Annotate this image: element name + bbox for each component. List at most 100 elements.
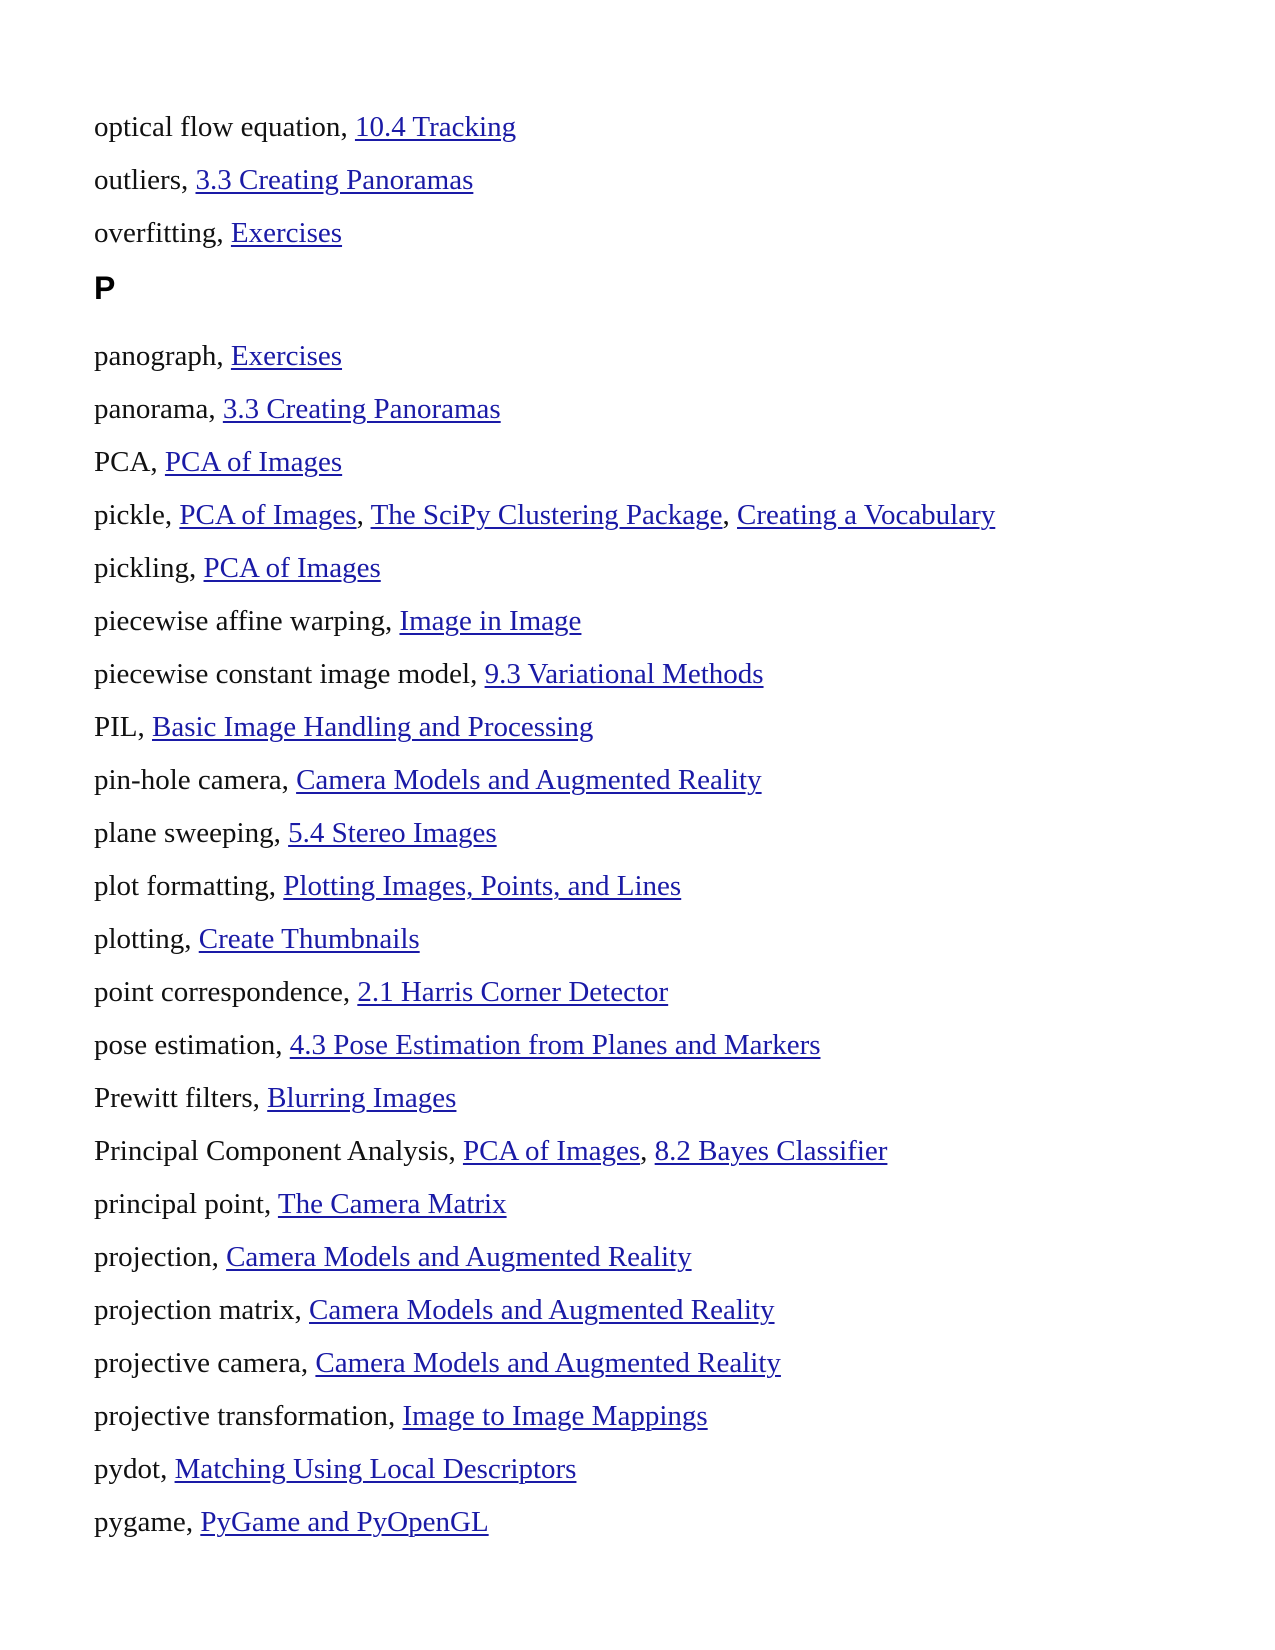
index-reference-link[interactable]: 5.4 Stereo Images [288, 817, 497, 849]
index-reference-link[interactable]: Camera Models and Augmented Reality [309, 1294, 775, 1326]
index-entry: pin-hole camera, Camera Models and Augme… [94, 763, 1214, 797]
index-reference-link[interactable]: 3.3 Creating Panoramas [196, 164, 474, 196]
index-reference-link[interactable]: 2.1 Harris Corner Detector [357, 976, 668, 1008]
index-reference-link[interactable]: Camera Models and Augmented Reality [226, 1241, 692, 1273]
index-term: plane sweeping [94, 817, 274, 849]
index-reference-link[interactable]: Creating a Vocabulary [737, 499, 995, 531]
index-reference-link[interactable]: Exercises [231, 340, 342, 372]
link-separator: , [722, 499, 738, 531]
term-separator: , [273, 817, 289, 849]
term-separator: , [340, 111, 355, 143]
term-separator: , [164, 499, 180, 531]
index-reference-link[interactable]: 9.3 Variational Methods [485, 658, 764, 690]
index-reference-link[interactable]: 10.4 Tracking [355, 111, 516, 143]
index-term: Principal Component Analysis [94, 1135, 449, 1167]
index-entry: pose estimation, 4.3 Pose Estimation fro… [94, 1028, 1214, 1062]
index-reference-link[interactable]: Matching Using Local Descriptors [175, 1453, 577, 1485]
index-page: optical flow equation, 10.4 Tracking outl… [94, 110, 1214, 1558]
index-reference-link[interactable]: The Camera Matrix [278, 1188, 507, 1220]
term-separator: , [281, 764, 297, 796]
index-reference-link[interactable]: PCA of Images [179, 499, 356, 531]
index-entry: projective camera, Camera Models and Aug… [94, 1346, 1214, 1380]
index-entry: PIL, Basic Image Handling and Processing [94, 710, 1214, 744]
term-separator: , [252, 1082, 268, 1114]
link-separator: , [640, 1135, 655, 1167]
term-separator: , [448, 1135, 463, 1167]
term-separator: , [294, 1294, 310, 1326]
term-separator: , [216, 340, 231, 372]
index-term: plotting [94, 923, 185, 955]
index-section-p: panograph, Exercises panorama, 3.3 Creati… [94, 339, 1214, 1539]
index-entry: outliers, 3.3 Creating Panoramas [94, 163, 1214, 197]
term-separator: , [216, 217, 231, 249]
index-term: point correspondence [94, 976, 343, 1008]
index-term: pose estimation [94, 1029, 276, 1061]
term-separator: , [211, 1241, 227, 1273]
index-section-o: optical flow equation, 10.4 Tracking outl… [94, 110, 1214, 250]
index-entry: point correspondence, 2.1 Harris Corner … [94, 975, 1214, 1009]
index-entry: pickle, PCA of Images, The SciPy Cluster… [94, 498, 1214, 532]
index-entry: Prewitt filters, Blurring Images [94, 1081, 1214, 1115]
index-reference-link[interactable]: Basic Image Handling and Processing [152, 711, 593, 743]
index-term: overfitting [94, 217, 217, 249]
index-term: projective camera [94, 1347, 301, 1379]
term-separator: , [470, 658, 485, 690]
term-separator: , [268, 870, 284, 902]
index-term: pickle [94, 499, 165, 531]
index-reference-link[interactable]: Plotting Images, Points, and Lines [283, 870, 681, 902]
term-separator: , [208, 393, 223, 425]
index-term: piecewise affine warping [94, 605, 385, 637]
index-term: panorama [94, 393, 209, 425]
term-separator: , [185, 1506, 201, 1538]
index-reference-link[interactable]: Exercises [231, 217, 342, 249]
term-separator: , [300, 1347, 316, 1379]
index-term: principal point [94, 1188, 264, 1220]
index-entry: overfitting, Exercises [94, 216, 1214, 250]
index-term: pygame [94, 1506, 186, 1538]
index-reference-link[interactable]: PyGame and PyOpenGL [200, 1506, 488, 1538]
index-reference-link[interactable]: Create Thumbnails [199, 923, 420, 955]
index-entry: Principal Component Analysis, PCA of Ima… [94, 1134, 1214, 1168]
index-reference-link[interactable]: PCA of Images [204, 552, 381, 584]
term-separator: , [275, 1029, 290, 1061]
index-reference-link[interactable]: The SciPy Clustering Package [371, 499, 723, 531]
index-entry: pickling, PCA of Images [94, 551, 1214, 585]
index-reference-link[interactable]: 4.3 Pose Estimation from Planes and Mark… [290, 1029, 821, 1061]
index-entry: projection matrix, Camera Models and Aug… [94, 1293, 1214, 1327]
index-reference-link[interactable]: PCA of Images [463, 1135, 640, 1167]
index-term: plot formatting [94, 870, 269, 902]
index-reference-link[interactable]: 3.3 Creating Panoramas [223, 393, 501, 425]
term-separator: , [342, 976, 358, 1008]
index-entry: principal point, The Camera Matrix [94, 1187, 1214, 1221]
index-entry: projective transformation, Image to Imag… [94, 1399, 1214, 1433]
index-entry: piecewise constant image model, 9.3 Vari… [94, 657, 1214, 691]
index-term: optical flow equation [94, 111, 341, 143]
index-reference-link[interactable]: Camera Models and Augmented Reality [315, 1347, 781, 1379]
index-reference-link[interactable]: Blurring Images [267, 1082, 456, 1114]
term-separator: , [181, 164, 196, 196]
index-term: pydot [94, 1453, 161, 1485]
index-reference-link[interactable]: Image to Image Mappings [402, 1400, 707, 1432]
index-term: Prewitt filters [94, 1082, 253, 1114]
index-term: PCA [94, 446, 151, 478]
index-reference-link[interactable]: Camera Models and Augmented Reality [296, 764, 762, 796]
index-entry: panorama, 3.3 Creating Panoramas [94, 392, 1214, 426]
index-term: panograph [94, 340, 217, 372]
index-entry: plotting, Create Thumbnails [94, 922, 1214, 956]
index-term: projection [94, 1241, 212, 1273]
term-separator: , [384, 605, 400, 637]
term-separator: , [160, 1453, 175, 1485]
index-entry: plane sweeping, 5.4 Stereo Images [94, 816, 1214, 850]
letter-heading: P [94, 270, 116, 306]
term-separator: , [184, 923, 199, 955]
index-term: pin-hole camera [94, 764, 282, 796]
index-reference-link[interactable]: Image in Image [399, 605, 581, 637]
index-term: projection matrix [94, 1294, 295, 1326]
index-reference-link[interactable]: 8.2 Bayes Classifier [655, 1135, 888, 1167]
term-separator: , [263, 1188, 278, 1220]
index-term: outliers [94, 164, 181, 196]
index-entry: panograph, Exercises [94, 339, 1214, 373]
term-separator: , [387, 1400, 403, 1432]
index-term: PIL [94, 711, 138, 743]
index-reference-link[interactable]: PCA of Images [165, 446, 342, 478]
